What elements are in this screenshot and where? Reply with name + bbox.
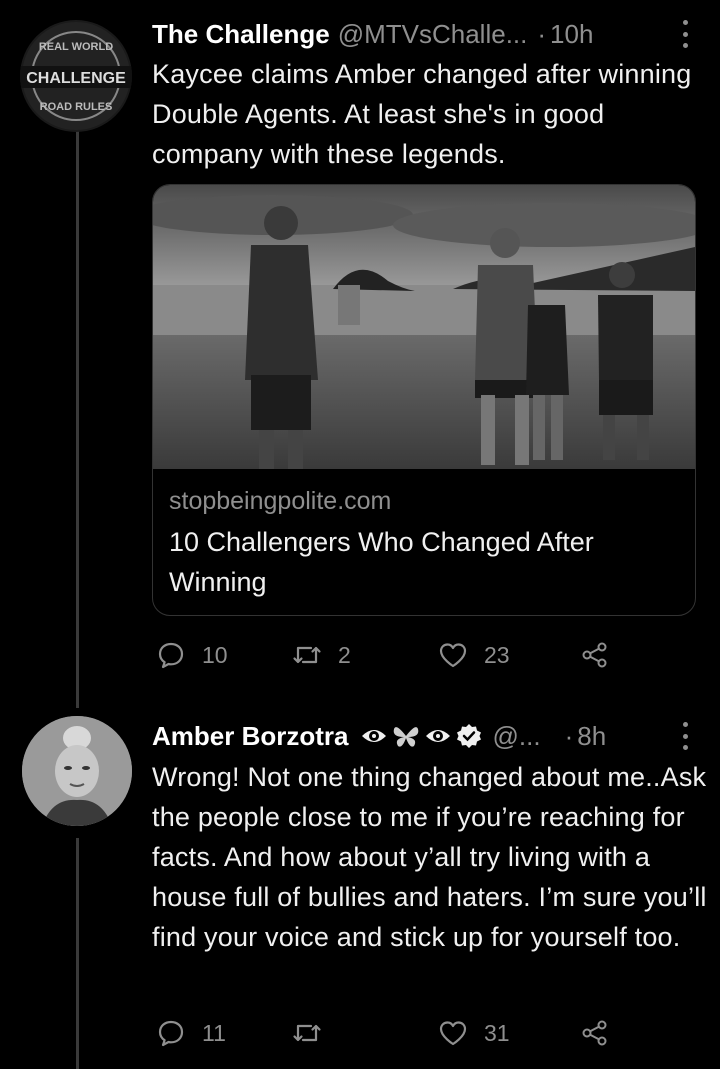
like-button[interactable]: 31 bbox=[438, 1013, 510, 1053]
like-count: 23 bbox=[484, 641, 510, 668]
reply-icon bbox=[158, 1020, 184, 1047]
like-count: 31 bbox=[484, 1019, 510, 1046]
timestamp[interactable]: 8h bbox=[577, 721, 606, 752]
like-icon bbox=[439, 1021, 467, 1046]
thread-line-bottom bbox=[76, 838, 79, 1069]
card-domain: stopbeingpolite.com bbox=[169, 487, 392, 515]
reply-count: 10 bbox=[202, 641, 228, 668]
svg-text:CHALLENGE: CHALLENGE bbox=[26, 70, 126, 87]
link-card[interactable]: stopbeingpolite.com 10 Challengers Who C… bbox=[152, 184, 696, 616]
reply-button[interactable]: 10 bbox=[156, 635, 228, 675]
author-handle[interactable]: @MTVsChalle... bbox=[338, 19, 528, 50]
reply-count: 11 bbox=[202, 1019, 226, 1046]
retweet-icon bbox=[293, 646, 321, 664]
more-icon[interactable] bbox=[680, 20, 690, 48]
separator-dot: · bbox=[564, 720, 574, 751]
butterfly-emoji-icon bbox=[392, 723, 420, 749]
reply-icon bbox=[158, 642, 184, 669]
eye-emoji-icon bbox=[424, 726, 452, 746]
verified-icon bbox=[456, 723, 482, 749]
card-image bbox=[153, 185, 695, 469]
author-name[interactable]: The Challenge bbox=[152, 19, 330, 50]
svg-text:ROAD RULES: ROAD RULES bbox=[40, 101, 113, 113]
author-name[interactable]: Amber Borzotra bbox=[152, 721, 348, 752]
tweet-text: Kaycee claims Amber changed after winnin… bbox=[152, 59, 692, 169]
separator-dot: · bbox=[537, 18, 547, 49]
tweet-actions: 11 31 bbox=[152, 1013, 622, 1053]
profile-photo bbox=[22, 716, 132, 826]
like-button[interactable]: 23 bbox=[438, 635, 510, 675]
share-icon bbox=[582, 642, 607, 668]
retweet-icon bbox=[293, 1024, 321, 1042]
more-icon[interactable] bbox=[680, 722, 690, 750]
tweet-header: The Challenge @MTVsChalle... · 10h bbox=[152, 14, 593, 54]
share-icon bbox=[582, 1020, 607, 1046]
share-button[interactable] bbox=[580, 635, 610, 675]
reply-button[interactable]: 11 bbox=[156, 1013, 226, 1053]
amber-avatar[interactable] bbox=[22, 716, 132, 826]
share-button[interactable] bbox=[580, 1013, 610, 1053]
thread-line-top bbox=[76, 128, 79, 708]
card-title: 10 Challengers Who Changed After Winning bbox=[169, 527, 594, 597]
eye-emoji-icon bbox=[360, 726, 388, 746]
retweet-count: 2 bbox=[338, 641, 351, 668]
tweet-actions: 10 2 23 bbox=[152, 635, 622, 675]
like-icon bbox=[439, 643, 467, 668]
retweet-button[interactable] bbox=[292, 1013, 338, 1053]
author-handle[interactable]: @... bbox=[492, 721, 540, 752]
challenge-logo-icon: CHALLENGE REAL WORLD ROAD RULES bbox=[20, 22, 132, 130]
challenge-avatar[interactable]: CHALLENGE REAL WORLD ROAD RULES bbox=[20, 20, 132, 132]
retweet-button[interactable]: 2 bbox=[292, 635, 351, 675]
svg-text:REAL WORLD: REAL WORLD bbox=[39, 41, 113, 53]
tweet-header: Amber Borzotra @... · 8h bbox=[152, 716, 606, 756]
timestamp[interactable]: 10h bbox=[550, 19, 593, 50]
tweet-text: Wrong! Not one thing changed about me..A… bbox=[152, 762, 707, 952]
